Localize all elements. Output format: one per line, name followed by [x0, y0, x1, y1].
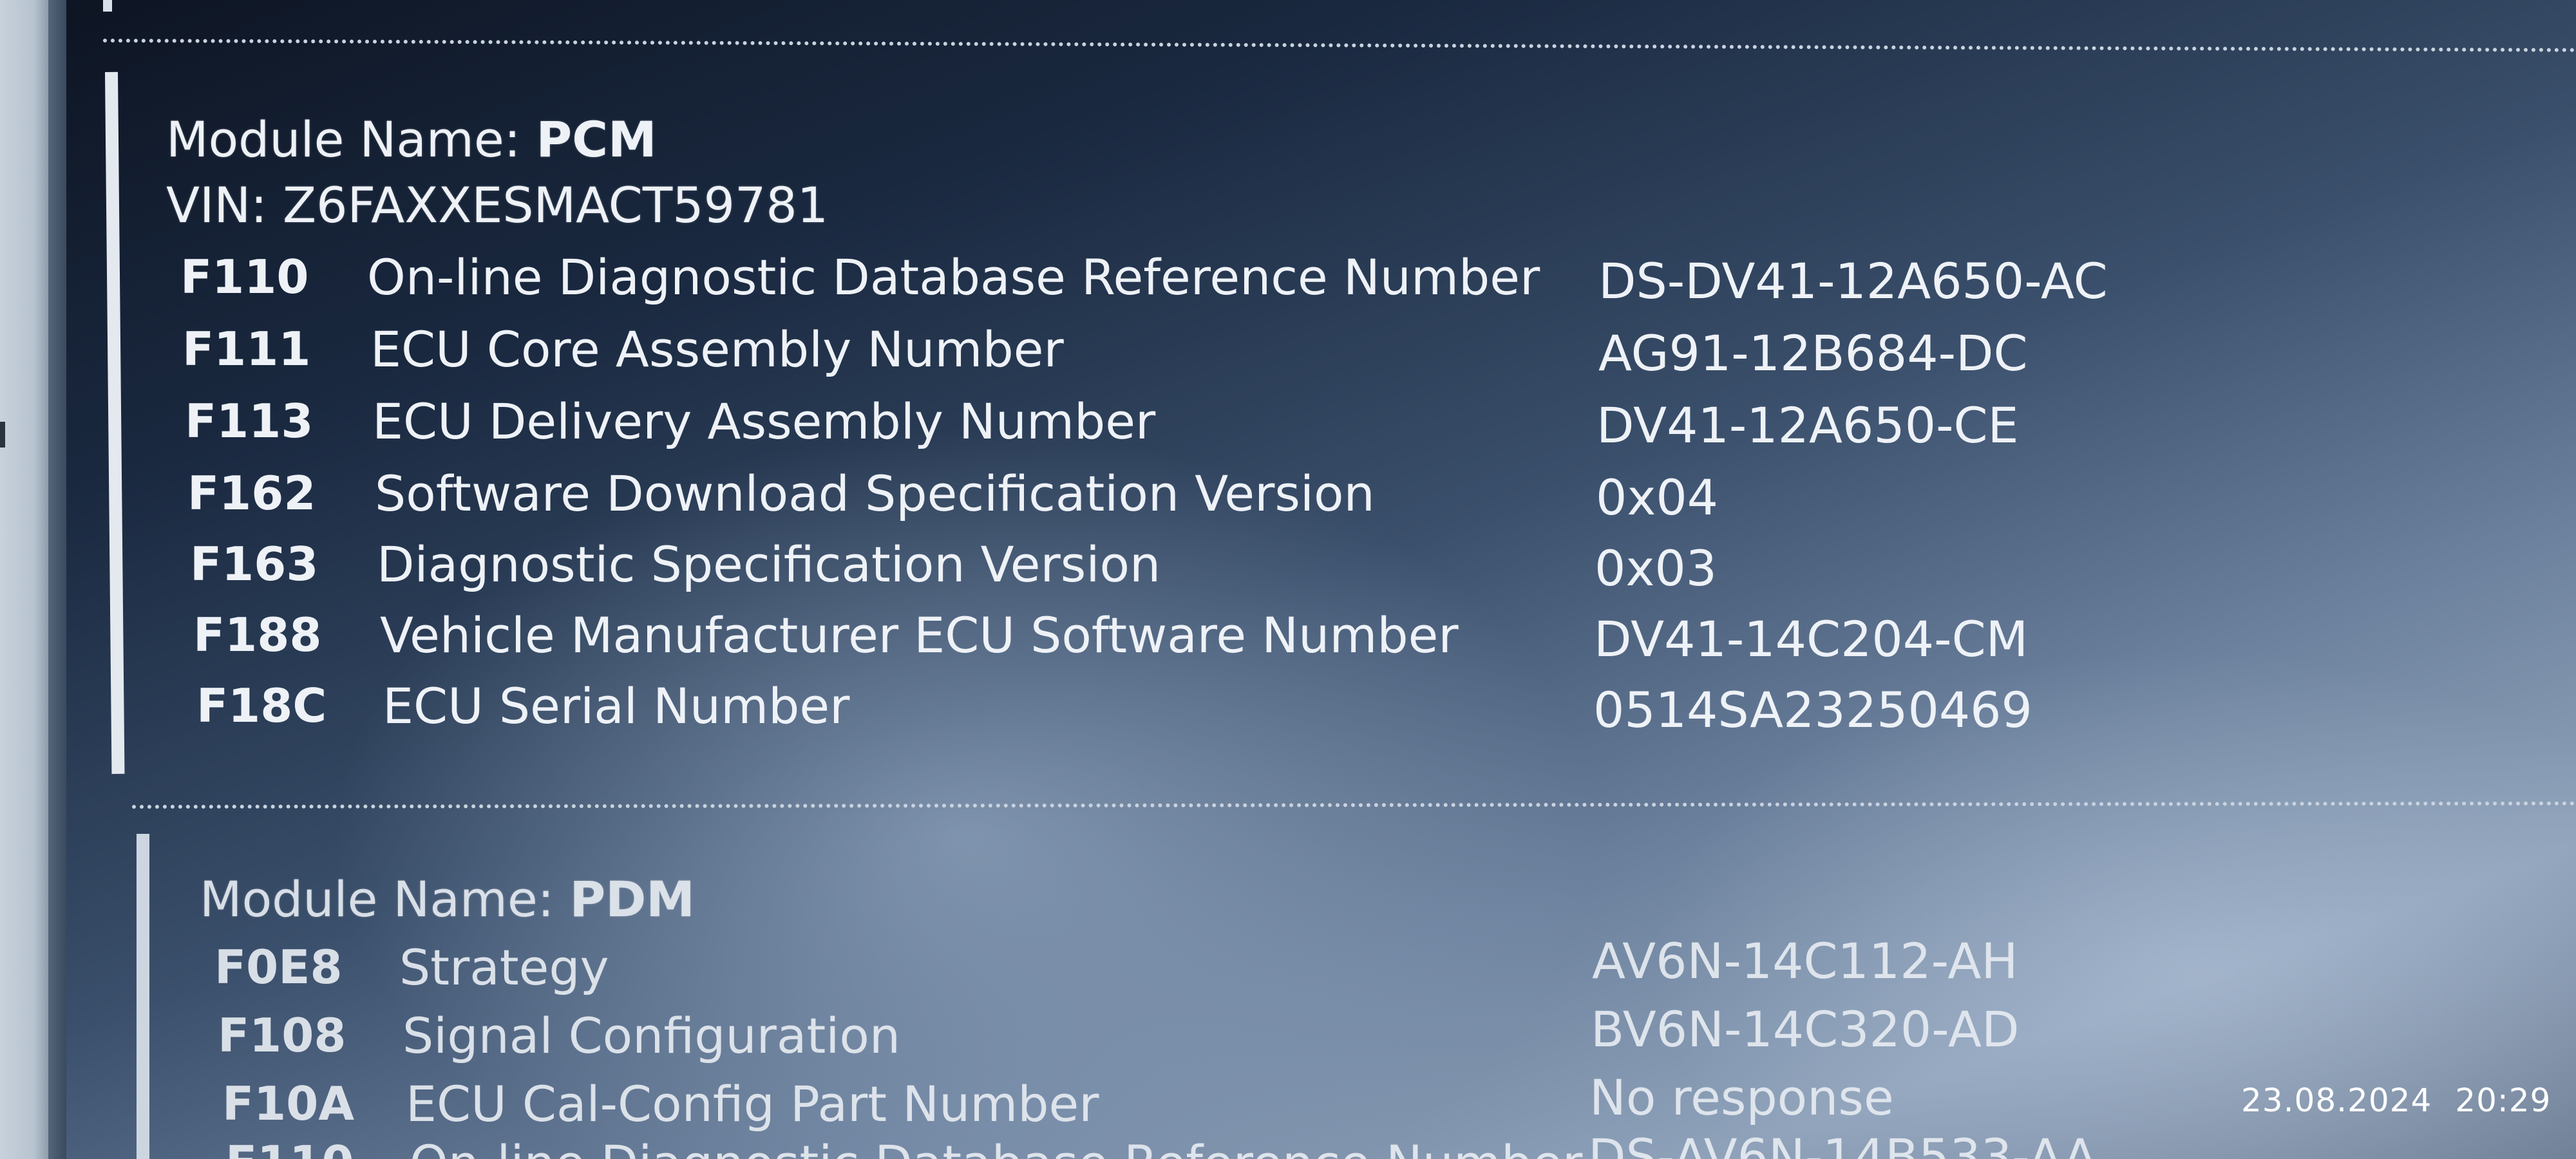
module-name: PCM — [536, 111, 657, 168]
module-name: PDM — [569, 871, 695, 928]
left-strip-mark — [0, 422, 5, 448]
timestamp-time: 20:29 — [2455, 1082, 2552, 1119]
module-label: Module Name: — [200, 871, 554, 928]
module-section-bar — [137, 834, 149, 1159]
row-value: No response — [1589, 1069, 1894, 1126]
row-value: 0x03 — [1595, 540, 1718, 597]
row-value: DV41-12A650-CE — [1596, 397, 2019, 454]
top-edge-mark — [103, 0, 112, 12]
row-value: DS-AV6N-14B533-AA — [1588, 1128, 2098, 1159]
module-label: Module Name: — [166, 111, 521, 168]
row-description: ECU Serial Number — [383, 677, 850, 735]
row-code: F162 — [187, 466, 316, 520]
row-value: 0x04 — [1596, 469, 1719, 526]
row-code: F110 — [180, 250, 309, 304]
vin-value: Z6FAXXESMACT59781 — [283, 176, 829, 234]
module-title: Module Name: PCM — [166, 111, 657, 168]
row-code: F0E8 — [214, 940, 343, 994]
row-description: Diagnostic Specification Version — [377, 536, 1161, 593]
left-window-strip — [0, 0, 48, 1159]
row-description: On-line Diagnostic Database Reference Nu… — [367, 249, 1540, 306]
left-window-border — [48, 0, 66, 1159]
row-code: F163 — [190, 537, 319, 591]
row-value: BV6N-14C320-AD — [1591, 1001, 2020, 1058]
row-description: ECU Cal-Config Part Number — [406, 1075, 1099, 1133]
row-value: 0514SA23250469 — [1593, 681, 2032, 739]
row-description: On-line Diagnostic Database Reference Nu… — [410, 1135, 1582, 1159]
row-code: F110 — [225, 1136, 354, 1159]
timestamp-date: 23.08.2024 — [2241, 1082, 2432, 1119]
row-description: Vehicle Manufacturer ECU Software Number — [380, 607, 1459, 664]
row-value: AV6N-14C112-AH — [1592, 932, 2018, 990]
row-description: ECU Delivery Assembly Number — [372, 393, 1156, 450]
module-title: Module Name: PDM — [200, 871, 695, 928]
row-description: Signal Configuration — [402, 1007, 901, 1064]
row-description: Software Download Specification Version — [375, 465, 1375, 522]
row-code: F108 — [218, 1008, 346, 1062]
photo-timestamp: 23.08.2024 20:29 — [2241, 1082, 2551, 1119]
vin-label: VIN: — [166, 176, 267, 234]
row-code: F113 — [185, 394, 314, 448]
row-value: DS-DV41-12A650-AC — [1598, 252, 2108, 310]
vin-line: VIN: Z6FAXXESMACT59781 — [166, 176, 828, 234]
row-code: F18C — [196, 679, 327, 733]
row-description: ECU Core Assembly Number — [370, 321, 1064, 378]
row-description: Strategy — [399, 939, 609, 996]
row-code: F10A — [222, 1077, 355, 1131]
row-value: DV41-14C204-CM — [1594, 610, 2029, 668]
row-code: F111 — [182, 322, 311, 376]
row-code: F188 — [193, 608, 322, 662]
row-value: AG91-12B684-DC — [1598, 325, 2028, 382]
